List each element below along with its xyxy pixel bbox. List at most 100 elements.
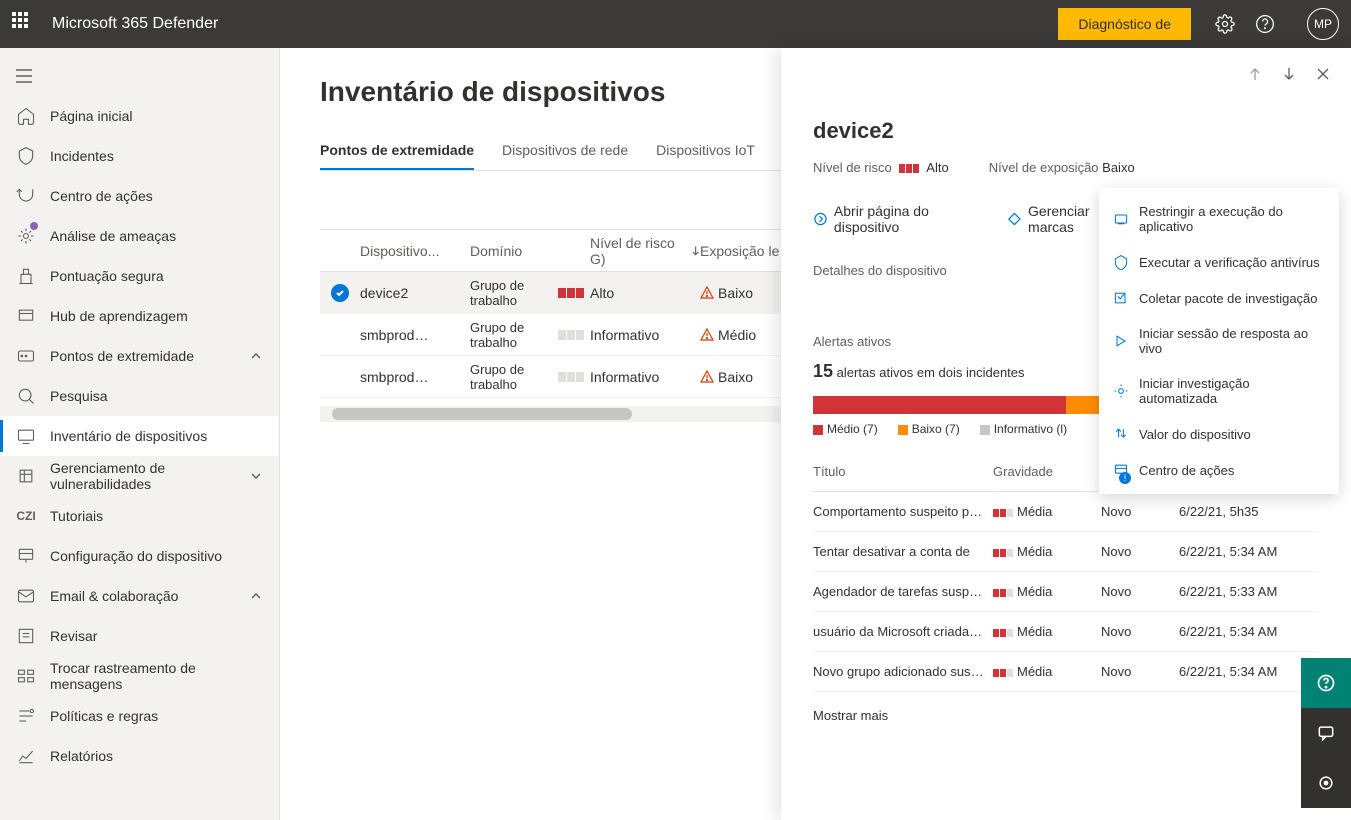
alert-title: Tentar desativar a conta de: [813, 544, 985, 559]
nav-label: Email & colaboração: [50, 588, 249, 604]
flyout-item-icon: [1113, 254, 1129, 270]
flyout-item[interactable]: Centro de ações!: [1099, 452, 1339, 488]
sidebar-item[interactable]: Gerenciamento de vulnerabilidades: [0, 456, 279, 496]
alert-title: Agendador de tarefas suspeito ac...: [813, 584, 985, 599]
nav-icon: [16, 586, 36, 606]
show-more-link[interactable]: Mostrar mais: [813, 708, 1319, 723]
flyout-item[interactable]: Iniciar investigação automatizada: [1099, 366, 1339, 416]
sidebar-item[interactable]: Incidentes: [0, 136, 279, 176]
flyout-item-icon: [1113, 383, 1129, 399]
alert-row[interactable]: Comportamento suspeito por cmd... Média …: [813, 492, 1319, 532]
risk-bars-icon: [558, 372, 584, 382]
tab[interactable]: Dispositivos IoT: [656, 132, 755, 170]
sidebar-item[interactable]: CZITutoriais: [0, 496, 279, 536]
risk-bars-icon: [558, 330, 584, 340]
panel-down-icon[interactable]: [1281, 66, 1297, 82]
sidebar-item[interactable]: Revisar: [0, 616, 279, 656]
nav-label: Revisar: [50, 628, 263, 644]
tab[interactable]: Dispositivos de rede: [502, 132, 628, 170]
alert-title: Comportamento suspeito por cmd...: [813, 504, 985, 519]
sidebar-item[interactable]: Hub de aprendizagem: [0, 296, 279, 336]
sidebar-item[interactable]: Trocar rastreamento de mensagens: [0, 656, 279, 696]
flyout-item-label: Executar a verificação antivírus: [1139, 255, 1320, 270]
scrollbar-thumb[interactable]: [332, 408, 632, 420]
nav-label: Pesquisa: [50, 388, 263, 404]
alert-sev: Média: [1017, 504, 1052, 519]
alert-row[interactable]: usuário da Microsoft criada em ... Média…: [813, 612, 1319, 652]
user-avatar[interactable]: MP: [1307, 8, 1339, 40]
alert-last: 6/22/21, 5:33 AM: [1179, 584, 1319, 599]
flyout-item-icon: [1113, 290, 1129, 306]
sidebar-item[interactable]: Centro de ações: [0, 176, 279, 216]
open-device-page-link[interactable]: Abrir página do dispositivo: [813, 203, 987, 235]
alert-row[interactable]: Agendador de tarefas suspeito ac... Médi…: [813, 572, 1319, 612]
nav-label: Relatórios: [50, 748, 263, 764]
fab-target[interactable]: [1301, 758, 1351, 808]
sidebar-item[interactable]: Pesquisa: [0, 376, 279, 416]
exposure-value: Baixo: [1102, 160, 1135, 175]
device-title: device2: [813, 118, 1319, 144]
fab-chat[interactable]: [1301, 708, 1351, 758]
row-checked-icon[interactable]: [331, 284, 349, 302]
flyout-item[interactable]: Coletar pacote de investigação: [1099, 280, 1339, 316]
alert-sev: Média: [1017, 624, 1052, 639]
nav-icon: [16, 106, 36, 126]
settings-icon[interactable]: [1215, 14, 1235, 34]
nav-icon: [16, 426, 36, 446]
fab-help[interactable]: [1301, 658, 1351, 708]
nav-icon: [16, 666, 36, 686]
nav-icon: [16, 706, 36, 726]
notification-dot-icon: [30, 222, 38, 230]
sidebar-item[interactable]: Políticas e regras: [0, 696, 279, 736]
alert-row[interactable]: Tentar desativar a conta de Média Novo 6…: [813, 532, 1319, 572]
nav-label: Políticas e regras: [50, 708, 263, 724]
nav-label: Pontuação segura: [50, 268, 263, 284]
chevron-up-icon: [249, 589, 263, 603]
nav-icon: [16, 466, 36, 486]
col-risk[interactable]: Nível de risco G): [590, 235, 687, 267]
sidebar-item[interactable]: Inventário de dispositivos: [0, 416, 279, 456]
sort-desc-icon[interactable]: [691, 245, 700, 257]
sidebar-item[interactable]: Página inicial: [0, 96, 279, 136]
alert-status: Novo: [1101, 544, 1171, 559]
flyout-item[interactable]: Executar a verificação antivírus: [1099, 244, 1339, 280]
panel-up-icon[interactable]: [1247, 66, 1263, 82]
nav-label: Página inicial: [50, 108, 263, 124]
sidebar-item[interactable]: Pontos de extremidade: [0, 336, 279, 376]
hamburger-icon[interactable]: [0, 56, 48, 96]
cell-domain: Grupo de trabalho: [470, 278, 558, 308]
nav-icon: [16, 266, 36, 286]
nav-icon: [16, 546, 36, 566]
alert-last: 6/22/21, 5:34 AM: [1179, 624, 1319, 639]
alert-sev: Média: [1017, 544, 1052, 559]
flyout-item[interactable]: Valor do dispositivo: [1099, 416, 1339, 452]
flyout-item[interactable]: Iniciar sessão de resposta ao vivo: [1099, 316, 1339, 366]
alert-row[interactable]: Novo grupo adicionado suspeito Média Nov…: [813, 652, 1319, 692]
badge-icon: !: [1119, 472, 1131, 484]
help-icon[interactable]: [1255, 14, 1275, 34]
sidebar-item[interactable]: Pontuação segura: [0, 256, 279, 296]
app-title: Microsoft 365 Defender: [52, 15, 218, 33]
cell-device: device2: [360, 285, 470, 301]
cell-domain: Grupo de trabalho: [470, 362, 558, 392]
panel-close-icon[interactable]: [1315, 66, 1331, 82]
alert-title: usuário da Microsoft criada em ...: [813, 624, 985, 639]
nav-label: Gerenciamento de vulnerabilidades: [50, 460, 249, 492]
sidebar-item[interactable]: Email & colaboração: [0, 576, 279, 616]
alert-col-sev[interactable]: Gravidade: [993, 464, 1093, 479]
sidebar-item[interactable]: Relatórios: [0, 736, 279, 776]
nav-icon: [16, 186, 36, 206]
warning-icon: [700, 370, 714, 384]
nav-label: Hub de aprendizagem: [50, 308, 263, 324]
col-device[interactable]: Dispositivo...: [360, 243, 470, 259]
diagnostic-button[interactable]: Diagnóstico de: [1058, 8, 1191, 40]
waffle-icon[interactable]: [12, 12, 36, 36]
tab[interactable]: Pontos de extremidade: [320, 132, 474, 170]
alert-col-title[interactable]: Título: [813, 464, 985, 479]
flyout-item[interactable]: Restringir a execução do aplicativo: [1099, 194, 1339, 244]
col-domain[interactable]: Domínio: [470, 243, 590, 259]
sidebar-item[interactable]: Análise de ameaças: [0, 216, 279, 256]
nav-icon: [16, 346, 36, 366]
sidebar-item[interactable]: Configuração do dispositivo: [0, 536, 279, 576]
exposure-label: Nível de exposição: [989, 160, 1099, 175]
